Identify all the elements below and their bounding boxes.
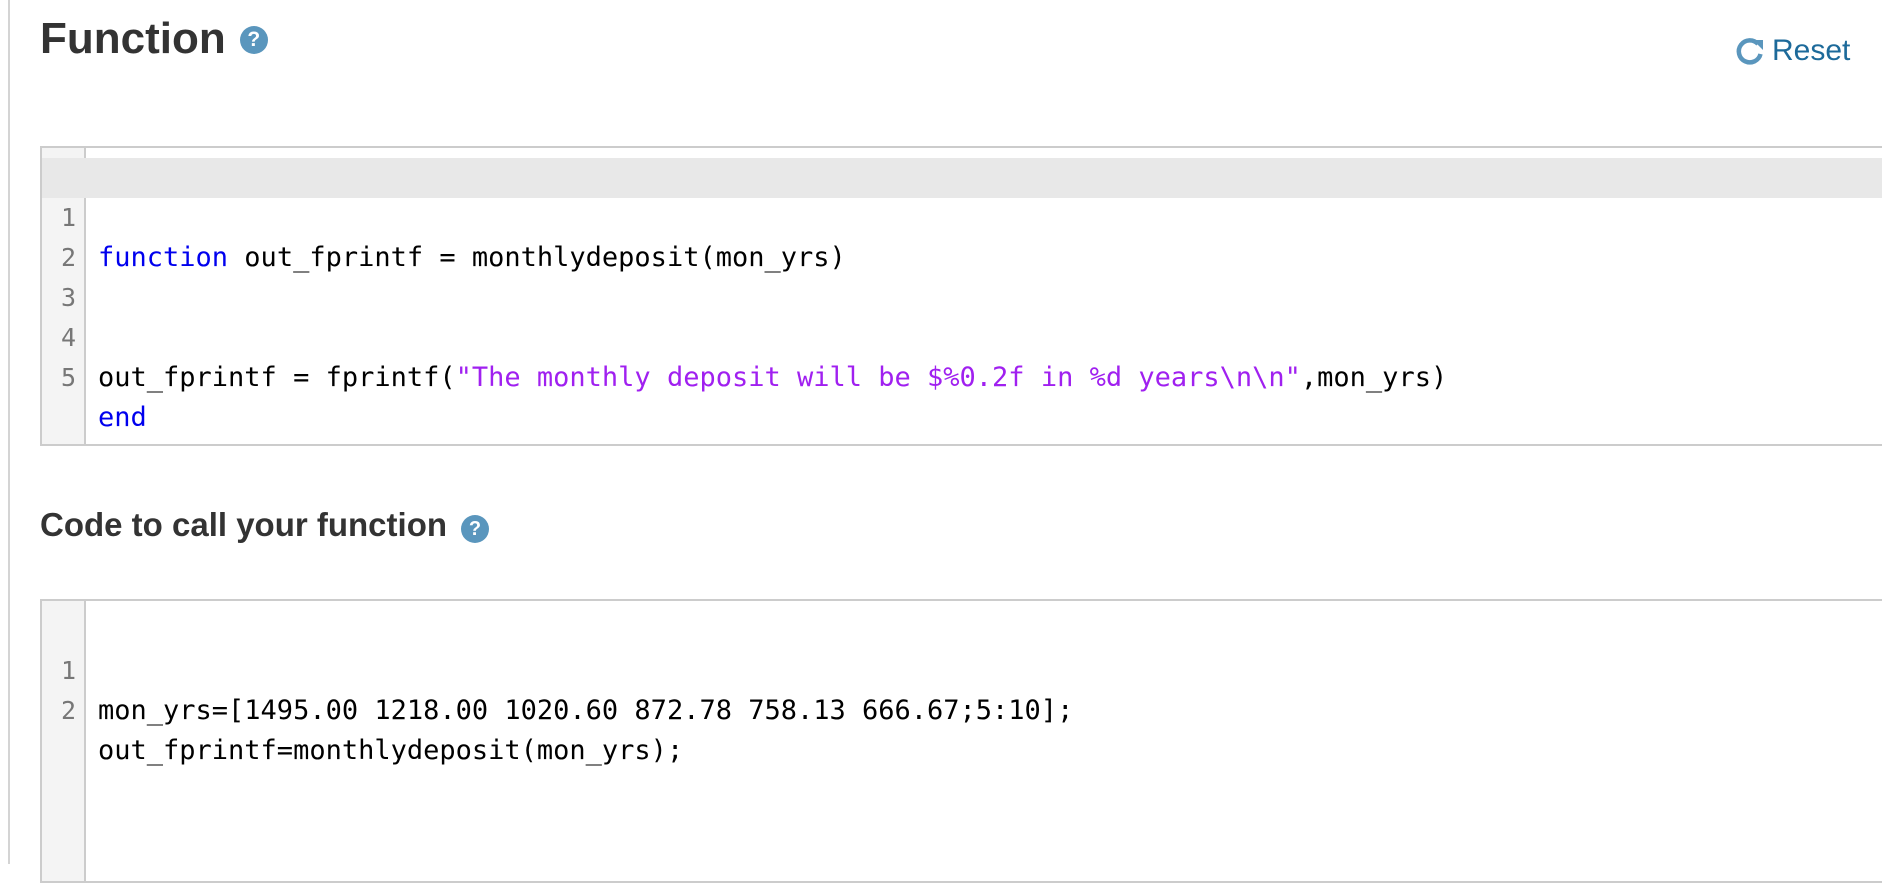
line-number: 5	[60, 363, 76, 392]
code-line[interactable]: 2	[42, 198, 1882, 272]
keyword-token: end	[98, 402, 147, 433]
code-text: mon_yrs=[1495.00 1218.00 1020.60 872.78 …	[98, 695, 1074, 726]
function-code-editor[interactable]: 1 function out_fprintf = monthlydeposit(…	[40, 146, 1882, 446]
function-section-title: Function ?	[40, 14, 268, 64]
reset-icon	[1736, 38, 1763, 65]
call-title-text: Code to call your function	[40, 506, 448, 543]
function-title-text: Function	[40, 14, 226, 63]
left-border	[8, 0, 10, 864]
code-line[interactable]: 1 function out_fprintf = monthlydeposit(…	[42, 158, 1882, 273]
reset-label: Reset	[1772, 34, 1851, 67]
reset-button[interactable]: Reset	[1734, 34, 1850, 68]
code-text: out_fprintf=monthlydeposit(mon_yrs);	[98, 735, 684, 766]
help-icon[interactable]: ?	[239, 26, 268, 54]
code-line[interactable]: 1 mon_yrs=[1495.00 1218.00 1020.60 872.7…	[42, 611, 1882, 726]
call-code-editor[interactable]: 1 mon_yrs=[1495.00 1218.00 1020.60 872.7…	[40, 599, 1882, 883]
call-section-title: Code to call your function ?	[40, 506, 490, 544]
code-text: ,mon_yrs)	[1300, 362, 1448, 393]
line-number: 2	[60, 696, 76, 725]
code-line[interactable]: 3	[42, 238, 1882, 312]
help-icon[interactable]: ?	[461, 515, 490, 543]
string-token: "The monthly deposit will be $%0.2f in %…	[455, 362, 1301, 393]
code-line[interactable]: 2 out_fprintf=monthlydeposit(mon_yrs);	[42, 651, 1882, 766]
code-line[interactable]: 4 out_fprintf = fprintf("The monthly dep…	[42, 278, 1882, 393]
code-text: out_fprintf = fprintf(	[98, 362, 456, 393]
code-line[interactable]: 5 end	[42, 318, 1882, 433]
